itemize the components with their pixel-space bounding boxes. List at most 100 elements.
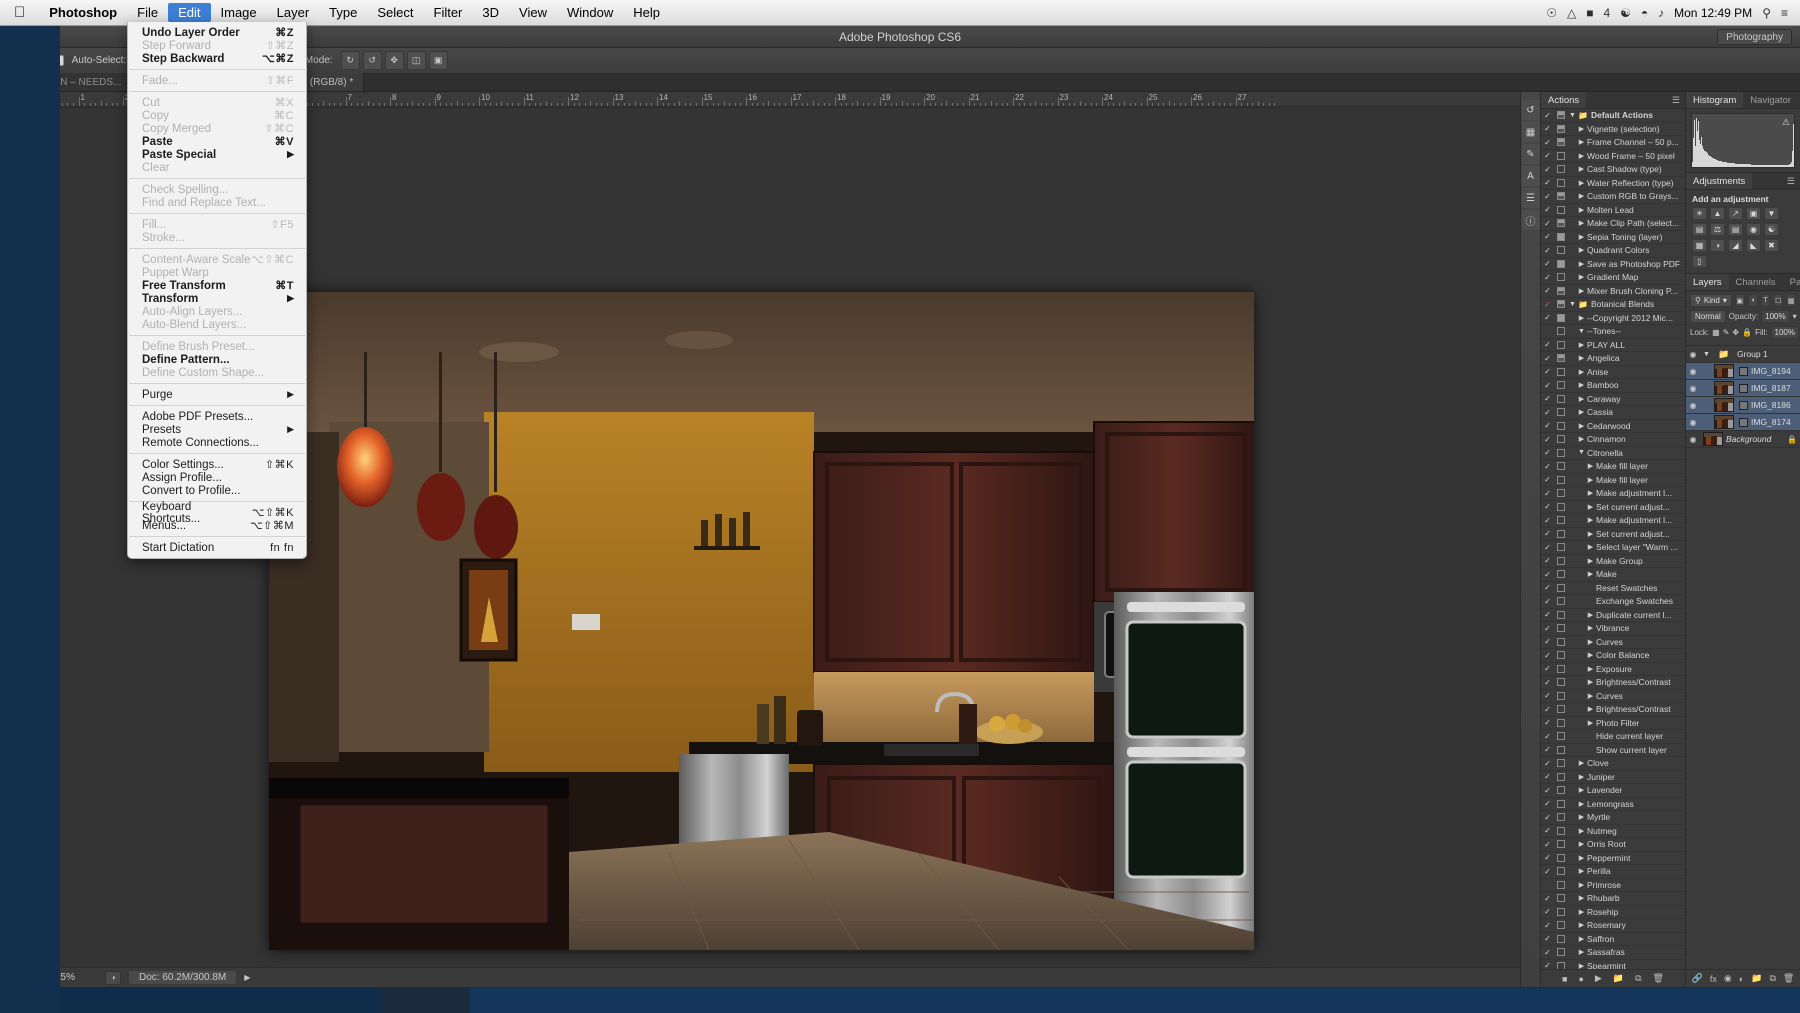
- panel-menu-icon[interactable]: ☰: [1667, 92, 1685, 108]
- action-enable-checkbox[interactable]: ✓: [1541, 354, 1554, 363]
- action-row[interactable]: ✓ ▶ Wood Frame – 50 pixel: [1541, 150, 1685, 163]
- action-row[interactable]: ✓ ▶ Myrtle: [1541, 811, 1685, 825]
- disclosure-triangle-icon[interactable]: ▶: [1576, 138, 1587, 146]
- gradient-map-icon[interactable]: ▯: [1692, 255, 1707, 268]
- action-enable-checkbox[interactable]: ✓: [1541, 678, 1554, 687]
- layer-mask-thumbnail[interactable]: [1739, 383, 1748, 393]
- layer-row[interactable]: ◉ IMG_8174: [1686, 414, 1800, 431]
- 3d-mode-buttons[interactable]: ↻ ↺ ✥ ◫ ▣: [340, 51, 448, 70]
- dropbox-icon[interactable]: ☉: [1546, 6, 1557, 20]
- bluetooth-icon[interactable]: ☯: [1620, 6, 1631, 20]
- tab-actions[interactable]: Actions: [1541, 92, 1587, 108]
- action-row[interactable]: ✓ ▶ Photo Filter: [1541, 717, 1685, 730]
- disclosure-triangle-icon[interactable]: ▶: [1576, 800, 1587, 808]
- action-enable-checkbox[interactable]: ✓: [1541, 543, 1554, 552]
- adjustment-layer-filter-icon[interactable]: ◑: [1747, 294, 1758, 307]
- action-dialog-toggle[interactable]: [1554, 961, 1567, 969]
- action-dialog-toggle[interactable]: [1554, 570, 1567, 579]
- action-row[interactable]: ✓ ▶ Make adjustment l...: [1541, 487, 1685, 501]
- action-dialog-toggle[interactable]: [1554, 111, 1567, 120]
- menu-item-keyboard-shortcuts[interactable]: Keyboard Shortcuts... ⌥⇧⌘K: [128, 501, 306, 525]
- new-layer-icon[interactable]: ⧉: [1769, 973, 1775, 984]
- action-dialog-toggle[interactable]: [1554, 475, 1567, 484]
- action-row[interactable]: ✓ ▶ Angelica: [1541, 352, 1685, 366]
- action-row[interactable]: ✓ ▶ Save as Photoshop PDF: [1541, 258, 1685, 271]
- action-dialog-toggle[interactable]: [1554, 205, 1567, 214]
- disclosure-triangle-icon[interactable]: ▶: [1576, 854, 1587, 862]
- menu-layer[interactable]: Layer: [267, 3, 320, 22]
- disclosure-triangle-icon[interactable]: ▶: [1585, 692, 1596, 700]
- action-row[interactable]: ✓ ▶ Bamboo: [1541, 379, 1685, 393]
- action-row[interactable]: ✓ ▶ Color Balance: [1541, 649, 1685, 663]
- action-dialog-toggle[interactable]: [1554, 664, 1567, 673]
- menu-item-define-pattern[interactable]: Define Pattern...: [128, 353, 306, 366]
- disclosure-triangle-icon[interactable]: ▶: [1576, 948, 1587, 956]
- vibrance-icon[interactable]: ▼: [1764, 207, 1779, 220]
- action-row[interactable]: ✓ ▶Primrose: [1541, 879, 1685, 892]
- action-dialog-toggle[interactable]: [1554, 867, 1567, 876]
- layer-mask-thumbnail[interactable]: [1739, 366, 1748, 376]
- action-row[interactable]: ✓ ▼ Citronella: [1541, 447, 1685, 460]
- layer-filter-kind-select[interactable]: ⚲ Kind ▾: [1690, 294, 1732, 307]
- action-row[interactable]: ✓ ▶ --Copyright 2012 Mic...: [1541, 312, 1685, 325]
- action-enable-checkbox[interactable]: ✓: [1541, 340, 1554, 349]
- fill-value[interactable]: 100%: [1770, 326, 1799, 339]
- layer-visibility-eye-icon[interactable]: ◉: [1686, 384, 1700, 393]
- action-row[interactable]: ✓ ▶ Make fill layer: [1541, 460, 1685, 474]
- delete-layer-icon[interactable]: 🗑: [1783, 973, 1794, 984]
- record-icon[interactable]: ●: [1578, 974, 1583, 984]
- action-row[interactable]: ✓ ▶ Set current adjust...: [1541, 528, 1685, 541]
- action-enable-checkbox[interactable]: ✓: [1541, 313, 1554, 322]
- tab-channels[interactable]: Channels: [1729, 274, 1783, 290]
- disclosure-triangle-icon[interactable]: ▶: [1576, 759, 1587, 767]
- disclosure-triangle-icon[interactable]: ▶: [1576, 192, 1587, 200]
- character-panel-icon[interactable]: A: [1521, 166, 1540, 186]
- action-row[interactable]: ✓ ▶ Molten Lead: [1541, 204, 1685, 217]
- action-dialog-toggle[interactable]: [1554, 651, 1567, 660]
- menu-filter[interactable]: Filter: [424, 3, 473, 22]
- posterize-icon[interactable]: ◢: [1728, 239, 1743, 252]
- tab-adjustments[interactable]: Adjustments: [1686, 173, 1753, 189]
- hue-saturation-icon[interactable]: ▤: [1692, 223, 1707, 236]
- apple-menu-icon[interactable]: : [14, 4, 25, 21]
- action-dialog-toggle[interactable]: [1554, 759, 1567, 768]
- action-enable-checkbox[interactable]: ✓: [1541, 624, 1554, 633]
- brightness-contrast-icon[interactable]: ☀: [1692, 207, 1707, 220]
- color-lookup-icon[interactable]: ▦: [1692, 239, 1707, 252]
- disclosure-triangle-icon[interactable]: ▶: [1585, 611, 1596, 619]
- action-enable-checkbox[interactable]: ✓: [1541, 408, 1554, 417]
- action-row[interactable]: ✓ ▶ Curves: [1541, 690, 1685, 703]
- disclosure-triangle-icon[interactable]: ▶: [1585, 651, 1596, 659]
- swatches-panel-icon[interactable]: ▦: [1521, 122, 1540, 142]
- action-enable-checkbox[interactable]: ✓: [1541, 718, 1554, 727]
- action-dialog-toggle[interactable]: [1554, 772, 1567, 781]
- action-enable-checkbox[interactable]: ✓: [1541, 570, 1554, 579]
- disclosure-triangle-icon[interactable]: ▶: [1576, 773, 1587, 781]
- action-enable-checkbox[interactable]: ✓: [1541, 880, 1554, 889]
- play-icon[interactable]: ▶: [1595, 973, 1602, 984]
- battery-icon[interactable]: ■: [1586, 6, 1593, 20]
- notification-center-icon[interactable]: ≡: [1781, 6, 1788, 20]
- document-image-kitchen[interactable]: [269, 292, 1260, 951]
- action-enable-checkbox[interactable]: ✓: [1541, 232, 1554, 241]
- action-row[interactable]: ✓ ▶ Vibrance: [1541, 622, 1685, 636]
- action-dialog-toggle[interactable]: [1554, 624, 1567, 633]
- menu-item-undo-layer-order[interactable]: Undo Layer Order ⌘Z: [128, 26, 306, 40]
- histogram-graph[interactable]: ⚠: [1691, 113, 1795, 168]
- status-options-arrow-icon[interactable]: ▶: [244, 973, 250, 982]
- layer-style-icon[interactable]: fx: [1710, 974, 1717, 984]
- action-row[interactable]: ✓ Show current layer: [1541, 744, 1685, 757]
- disclosure-triangle-icon[interactable]: ▶: [1576, 840, 1587, 848]
- history-panel-icon[interactable]: ↺: [1521, 100, 1540, 120]
- action-dialog-toggle[interactable]: [1554, 529, 1567, 538]
- action-enable-checkbox[interactable]: ✓: [1541, 205, 1554, 214]
- action-dialog-toggle[interactable]: [1554, 246, 1567, 255]
- action-enable-checkbox[interactable]: ✓: [1541, 219, 1554, 228]
- action-row[interactable]: ✓ ▶ Frame Channel – 50 p...: [1541, 136, 1685, 150]
- disclosure-triangle-icon[interactable]: ▶: [1576, 921, 1587, 929]
- action-enable-checkbox[interactable]: ✓: [1541, 826, 1554, 835]
- disclosure-triangle-icon[interactable]: ▶: [1585, 530, 1596, 538]
- action-enable-checkbox[interactable]: ✓: [1541, 435, 1554, 444]
- disclosure-triangle-icon[interactable]: ▶: [1585, 489, 1596, 497]
- pixel-layer-filter-icon[interactable]: ▣: [1734, 294, 1745, 307]
